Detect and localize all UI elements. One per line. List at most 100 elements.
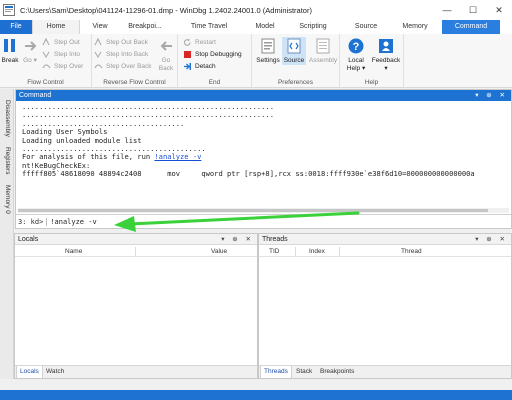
dock-gap — [0, 379, 512, 390]
side-tool-strip: Disassembly Registers Memory 0 — [0, 89, 14, 379]
stop-icon — [184, 51, 191, 58]
go-back-label-line2: Back — [158, 65, 174, 72]
column-thread[interactable]: Thread — [401, 248, 422, 255]
go-back-button[interactable]: Go Back — [156, 37, 176, 73]
step-over-back-icon — [94, 64, 103, 69]
assembly-mode-label: Assembly — [308, 57, 338, 64]
window-title: C:\Users\Sam\Desktop\041124-11296-01.dmp… — [20, 5, 312, 15]
source-code-icon — [287, 38, 301, 54]
go-back-label-line1: Go — [161, 57, 171, 64]
threads-pane-controls[interactable]: ▾ ⊕ ✕ — [475, 234, 508, 245]
maximize-button[interactable]: ☐ — [460, 0, 486, 20]
break-label: Break — [1, 57, 19, 64]
tab-locals[interactable]: Locals — [16, 366, 43, 378]
go-label: Go — [23, 57, 32, 64]
ribbon: Break Go ▾ Step Out Step Into Step Over … — [0, 34, 512, 88]
settings-button[interactable]: Settings — [255, 37, 281, 65]
step-into-back-label: Step Into Back — [106, 51, 149, 58]
step-out-icon — [42, 38, 50, 46]
minimize-button[interactable]: — — [434, 0, 460, 20]
help-icon: ? — [348, 38, 364, 54]
step-into-back-button[interactable]: Step Into Back — [94, 49, 148, 60]
tab-breakpoints-pane[interactable]: Breakpoints — [317, 366, 357, 378]
local-help-button[interactable]: ? Local Help ▾ — [343, 37, 369, 73]
command-output: ........................................… — [22, 103, 503, 205]
step-over-button[interactable]: Step Over — [42, 61, 83, 72]
threads-pane-header: Threads ▾ ⊕ ✕ — [259, 234, 511, 245]
assembly-mode-button[interactable]: Assembly — [308, 37, 338, 65]
side-tab-memory0[interactable]: Memory 0 — [1, 181, 13, 217]
reverse-flow-control-label: Reverse Flow Control — [103, 79, 166, 86]
tab-source[interactable]: Source — [344, 20, 388, 34]
tab-stack[interactable]: Stack — [293, 366, 315, 378]
tab-file[interactable]: File — [0, 20, 32, 34]
column-index[interactable]: Index — [309, 248, 325, 255]
side-tab-disassembly[interactable]: Disassembly — [1, 95, 13, 141]
detach-icon — [184, 63, 191, 70]
command-input[interactable]: !analyze -v — [50, 218, 96, 226]
feedback-icon — [379, 39, 393, 53]
assembly-icon — [316, 38, 330, 54]
step-out-back-label: Step Out Back — [106, 39, 148, 46]
step-over-label: Step Over — [54, 63, 84, 70]
stop-debugging-button[interactable]: Stop Debugging — [183, 49, 242, 60]
step-out-back-button[interactable]: Step Out Back — [94, 37, 148, 48]
threads-tab-strip: Threads Stack Breakpoints — [259, 365, 511, 378]
tab-threads[interactable]: Threads — [260, 366, 292, 378]
locals-pane-header: Locals ▾ ⊕ ✕ — [15, 234, 257, 245]
locals-pane-controls[interactable]: ▾ ⊕ ✕ — [221, 234, 254, 245]
restart-label: Restart — [195, 39, 216, 46]
step-into-icon — [42, 51, 50, 59]
step-out-back-icon — [94, 38, 102, 46]
tab-scripting[interactable]: Scripting — [282, 20, 344, 34]
preferences-label: Preferences — [277, 79, 314, 86]
stop-debugging-label: Stop Debugging — [195, 51, 242, 58]
settings-label: Settings — [256, 57, 280, 64]
go-arrow-icon — [25, 41, 37, 51]
windbg-app-icon — [3, 4, 15, 16]
command-window-controls[interactable]: ▾ ⊕ ✕ — [475, 90, 508, 101]
local-help-label-line2: Help ▾ — [346, 65, 366, 72]
kd-prompt: 3: kd> — [18, 217, 48, 226]
tab-memory[interactable]: Memory — [388, 20, 442, 34]
threads-title: Threads — [262, 236, 288, 243]
output-line: fffff805`48618090 48894c2408 mov qword p… — [22, 169, 475, 179]
tab-breakpoints[interactable]: Breakpoi... — [120, 20, 170, 34]
locals-column-header: Name Value — [15, 246, 257, 257]
tab-watch[interactable]: Watch — [43, 366, 67, 378]
help-group: ? Local Help ▾ Feedback ▾ Help — [340, 34, 404, 88]
detach-button[interactable]: Detach — [183, 61, 216, 72]
command-window-title: Command — [19, 92, 52, 99]
restart-button[interactable]: Restart — [183, 37, 216, 48]
command-window: Command ▾ ⊕ ✕ ..........................… — [15, 89, 512, 229]
break-button[interactable]: Break — [1, 37, 19, 65]
local-help-label-line1: Local — [348, 57, 364, 64]
column-value[interactable]: Value — [211, 248, 227, 255]
tab-home[interactable]: Home — [32, 20, 80, 34]
restart-icon — [183, 38, 191, 46]
flow-control-label: Flow Control — [27, 79, 64, 86]
detach-label: Detach — [195, 63, 216, 70]
preferences-group: Settings Source Assembly Preferences — [252, 34, 340, 88]
threads-column-header: TID Index Thread — [259, 246, 511, 257]
end-label: End — [208, 79, 221, 86]
tab-view[interactable]: View — [80, 20, 120, 34]
step-over-icon — [42, 64, 51, 69]
tab-model[interactable]: Model — [248, 20, 282, 34]
analyze-link[interactable]: !analyze -v — [154, 152, 201, 161]
tab-time-travel[interactable]: Time Travel — [170, 20, 248, 34]
close-button[interactable]: ✕ — [486, 0, 512, 20]
step-over-back-button[interactable]: Step Over Back — [94, 61, 152, 72]
feedback-label-line2: ▾ — [384, 65, 388, 72]
step-out-button[interactable]: Step Out — [42, 37, 80, 48]
column-tid[interactable]: TID — [269, 248, 279, 255]
step-over-back-label: Step Over Back — [106, 63, 152, 70]
locals-tab-strip: Locals Watch — [15, 365, 257, 378]
source-mode-button[interactable]: Source — [282, 37, 306, 65]
go-button[interactable]: Go ▾ — [22, 37, 38, 65]
feedback-button[interactable]: Feedback ▾ — [370, 37, 402, 73]
tab-command[interactable]: Command — [442, 20, 500, 34]
side-tab-registers[interactable]: Registers — [1, 143, 13, 179]
step-into-button[interactable]: Step Into — [42, 49, 80, 60]
column-name[interactable]: Name — [65, 248, 82, 255]
